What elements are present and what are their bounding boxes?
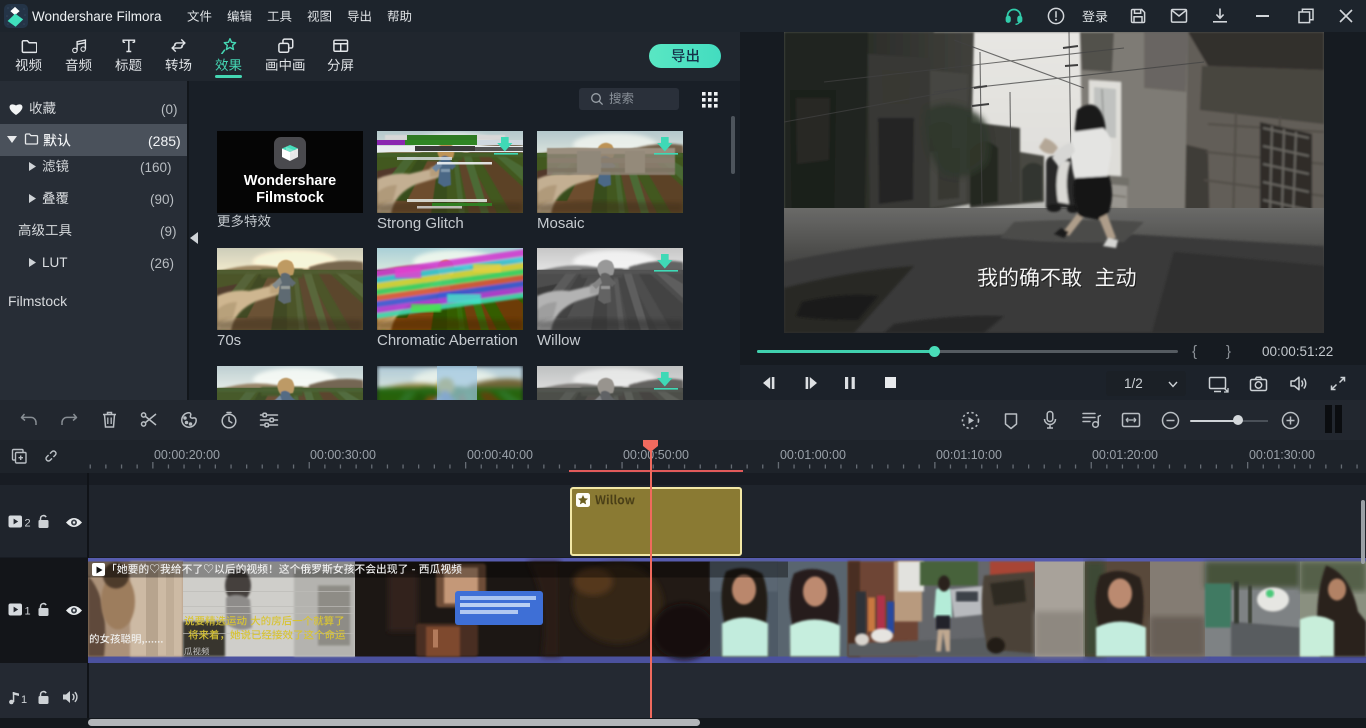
svg-text:1: 1 xyxy=(25,606,31,618)
svg-text:2: 2 xyxy=(25,518,31,530)
svg-text:1: 1 xyxy=(21,694,27,705)
